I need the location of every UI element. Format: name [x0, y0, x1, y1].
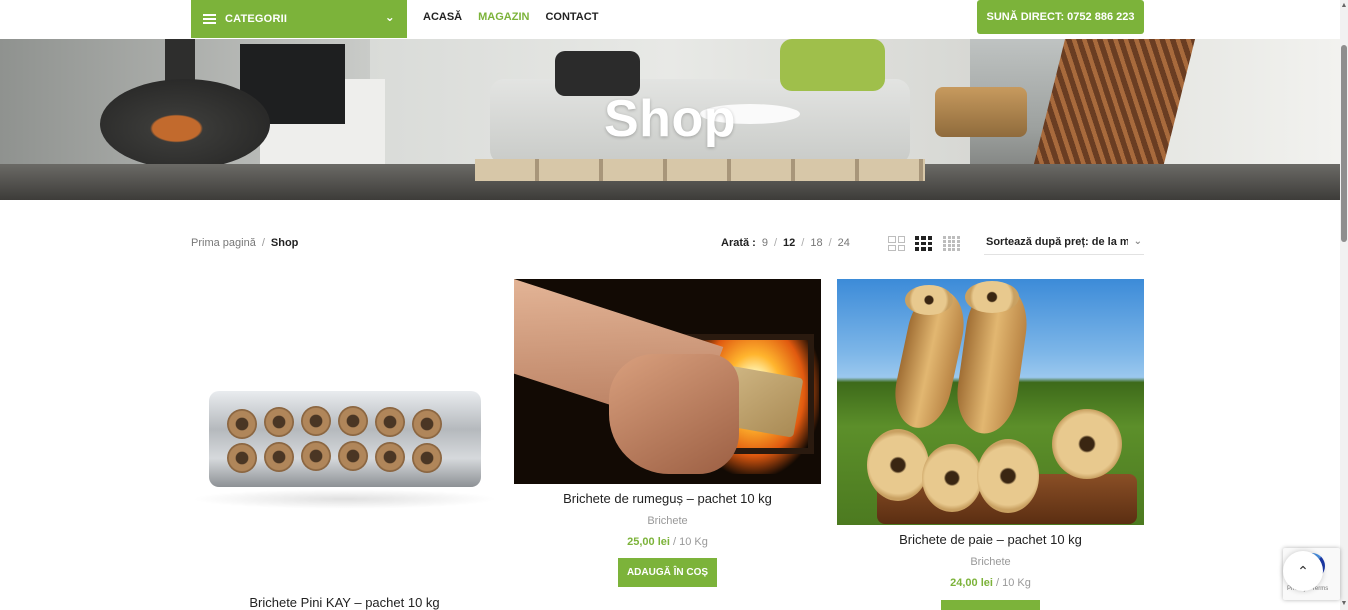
- per-page-separator: /: [801, 237, 805, 249]
- breadcrumb-separator: /: [261, 237, 265, 249]
- product-category[interactable]: Brichete: [514, 515, 821, 527]
- main-nav: ACASĂ MAGAZIN CONTACT: [423, 11, 598, 23]
- categories-label: CATEGORII: [225, 13, 288, 25]
- chevron-down-icon: ⌄: [384, 10, 395, 24]
- product-shadow: [191, 489, 498, 509]
- site-header: CATEGORII ⌄ ACASĂ MAGAZIN CONTACT SUNĂ D…: [0, 0, 1340, 39]
- per-page-option-12[interactable]: 12: [783, 237, 795, 249]
- nav-item-acasa[interactable]: ACASĂ: [423, 11, 462, 23]
- product-image[interactable]: [837, 279, 1144, 525]
- product-card: Brichete de rumeguș – pachet 10 kg Brich…: [514, 279, 821, 610]
- price-amount: 25,00 lei: [627, 536, 670, 548]
- hero-pillow: [780, 39, 885, 91]
- product-price: 25,00 lei / 10 Kg: [514, 536, 821, 548]
- per-page-option-24[interactable]: 24: [838, 237, 850, 249]
- grid-2-icon[interactable]: [888, 236, 905, 251]
- briquette-pack-image: [209, 391, 481, 487]
- product-title[interactable]: Brichete de rumeguș – pachet 10 kg: [514, 491, 821, 506]
- scroll-up-icon[interactable]: ▲: [1340, 2, 1348, 10]
- sort-select[interactable]: Sortează după preț: de la mic la mare ⌄: [984, 233, 1144, 255]
- add-to-cart-button[interactable]: [941, 600, 1040, 610]
- scroll-down-icon[interactable]: ▼: [1340, 600, 1348, 608]
- categories-menu-button[interactable]: CATEGORII ⌄: [191, 0, 407, 38]
- hero-banner: Shop: [0, 39, 1340, 200]
- back-to-top-button[interactable]: ⌃: [1283, 551, 1323, 591]
- product-title[interactable]: Brichete Pini KAY – pachet 10 kg: [191, 595, 498, 610]
- breadcrumb-home[interactable]: Prima pagină: [191, 237, 256, 249]
- per-page-separator: /: [828, 237, 832, 249]
- call-button[interactable]: SUNĂ DIRECT: 0752 886 223: [977, 0, 1144, 34]
- per-page-selector: Arată : 9 / 12 / 18 / 24: [721, 237, 850, 249]
- breadcrumb: Prima pagină / Shop: [191, 237, 298, 249]
- add-to-cart-button[interactable]: ADAUGĂ ÎN COȘ: [618, 558, 717, 587]
- breadcrumb-current: Shop: [270, 237, 299, 249]
- sort-select-value: Sortează după preț: de la mic la mare: [986, 236, 1128, 248]
- product-title[interactable]: Brichete de paie – pachet 10 kg: [837, 532, 1144, 547]
- nav-item-contact[interactable]: CONTACT: [545, 11, 598, 23]
- product-image[interactable]: [191, 279, 498, 579]
- hamburger-icon: [203, 14, 216, 24]
- grid-4-icon[interactable]: [943, 236, 960, 251]
- per-page-option-18[interactable]: 18: [810, 237, 822, 249]
- per-page-label: Arată :: [721, 237, 756, 249]
- per-page-option-9[interactable]: 9: [762, 237, 768, 249]
- scrollbar-thumb[interactable]: [1341, 45, 1347, 242]
- product-category[interactable]: Brichete: [837, 556, 1144, 568]
- page-title: Shop: [604, 90, 736, 148]
- nav-item-magazin[interactable]: MAGAZIN: [478, 11, 529, 23]
- product-card: Brichete de paie – pachet 10 kg Brichete…: [837, 279, 1144, 610]
- chevron-down-icon: ⌄: [1133, 236, 1142, 247]
- product-price: 24,00 lei / 10 Kg: [837, 577, 1144, 589]
- per-page-separator: /: [773, 237, 778, 249]
- page-scrollbar[interactable]: ▲ ▼: [1340, 0, 1348, 610]
- chevron-up-icon: ⌃: [1297, 562, 1309, 579]
- product-image[interactable]: [514, 279, 821, 484]
- price-unit: / 10 Kg: [673, 536, 708, 548]
- price-unit: / 10 Kg: [996, 577, 1031, 589]
- product-card: Brichete Pini KAY – pachet 10 kg: [191, 279, 498, 610]
- hero-pallet: [475, 159, 925, 181]
- hand: [609, 354, 739, 474]
- page: CATEGORII ⌄ ACASĂ MAGAZIN CONTACT SUNĂ D…: [0, 0, 1348, 610]
- grid-3-icon[interactable]: [915, 236, 932, 251]
- price-amount: 24,00 lei: [950, 577, 993, 589]
